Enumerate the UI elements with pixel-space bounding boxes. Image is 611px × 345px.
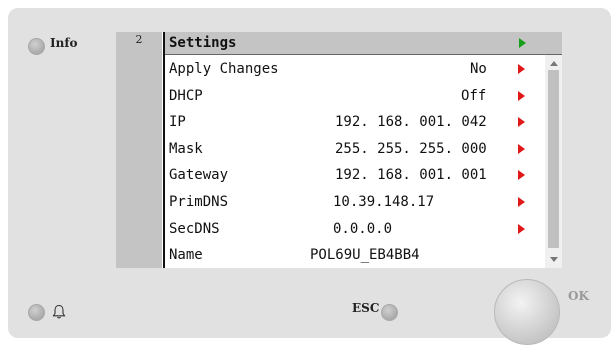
- setting-row-secdns[interactable]: SecDNS 0.0.0.0: [165, 215, 545, 242]
- setting-label: Mask: [169, 140, 203, 157]
- edit-arrow-icon[interactable]: [518, 90, 525, 101]
- setting-value: POL69U_EB4BB4: [310, 247, 420, 264]
- setting-row-apply-changes[interactable]: Apply Changes No: [165, 55, 545, 82]
- setting-label: Gateway: [169, 167, 229, 184]
- edit-arrow-icon[interactable]: [518, 196, 525, 207]
- esc-button[interactable]: [381, 304, 398, 321]
- page-number: 2: [135, 33, 143, 46]
- settings-list: Apply Changes No DHCP Off IP 192. 168. 0…: [165, 55, 545, 268]
- esc-label: ESC: [352, 301, 380, 315]
- setting-label: DHCP: [169, 87, 203, 104]
- ok-label: OK: [568, 289, 589, 303]
- scroll-thumb[interactable]: [548, 70, 559, 248]
- setting-row-dhcp[interactable]: DHCP Off: [165, 82, 545, 109]
- scroll-up-icon[interactable]: [550, 61, 558, 66]
- edit-arrow-icon[interactable]: [518, 117, 525, 128]
- setting-label: PrimDNS: [169, 193, 229, 210]
- setting-value: 10.39.148.17: [333, 193, 435, 210]
- setting-row-name[interactable]: Name POL69U_EB4BB4: [165, 241, 545, 268]
- setting-label: Name: [169, 247, 203, 264]
- title-arrow-icon[interactable]: [519, 38, 526, 48]
- ok-knob[interactable]: [494, 279, 560, 345]
- edit-arrow-icon[interactable]: [518, 170, 525, 181]
- setting-value: Off: [461, 87, 487, 104]
- screen-gutter: [116, 32, 162, 268]
- setting-value: 192. 168. 001. 001: [335, 167, 487, 184]
- edit-arrow-icon[interactable]: [518, 64, 525, 74]
- setting-value: 255. 255. 255. 000: [335, 140, 487, 157]
- scrollbar[interactable]: [545, 55, 562, 268]
- info-led[interactable]: [28, 38, 45, 55]
- bell-icon[interactable]: [52, 304, 66, 320]
- setting-label: SecDNS: [169, 220, 220, 237]
- setting-row-mask[interactable]: Mask 255. 255. 255. 000: [165, 135, 545, 162]
- screen-title-bar: Settings: [165, 32, 562, 55]
- scroll-down-icon[interactable]: [550, 257, 558, 262]
- setting-value: 192. 168. 001. 042: [335, 114, 487, 131]
- lcd-screen: 2 Settings Apply Changes No DHCP Off IP …: [116, 32, 562, 268]
- info-label: Info: [50, 36, 78, 50]
- setting-value: No: [470, 61, 487, 77]
- setting-value: 0.0.0.0: [333, 220, 393, 237]
- setting-row-gateway[interactable]: Gateway 192. 168. 001. 001: [165, 161, 545, 188]
- alarm-led[interactable]: [28, 304, 45, 321]
- edit-arrow-icon[interactable]: [518, 143, 525, 154]
- setting-label: IP: [169, 114, 186, 131]
- edit-arrow-icon[interactable]: [518, 223, 525, 234]
- setting-row-ip[interactable]: IP 192. 168. 001. 042: [165, 108, 545, 135]
- setting-label: Apply Changes: [169, 61, 279, 77]
- screen-title: Settings: [169, 35, 237, 51]
- setting-row-primdns[interactable]: PrimDNS 10.39.148.17: [165, 188, 545, 215]
